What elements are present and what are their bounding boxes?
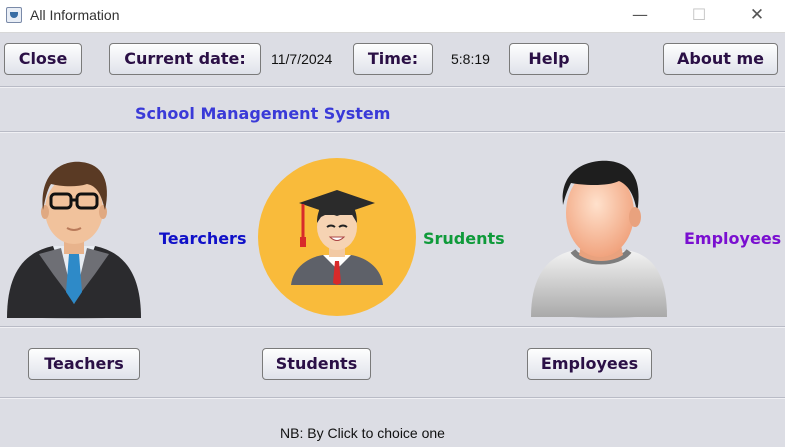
maximize-button[interactable]: ☐ (684, 4, 714, 26)
footer-note: NB: By Click to choice one (280, 425, 445, 441)
time-button[interactable]: Time: (353, 43, 433, 75)
employees-label: Employees (684, 229, 782, 248)
teachers-button[interactable]: Teachers (28, 348, 140, 380)
teacher-avatar-icon (7, 161, 141, 319)
current-date-button[interactable]: Current date: (109, 43, 261, 75)
divider (0, 131, 785, 133)
employee-avatar-icon (531, 160, 667, 318)
window-titlebar: All Information — ☐ ✕ (0, 0, 785, 33)
divider (0, 86, 785, 88)
divider (0, 326, 785, 328)
graduate-avatar-icon[interactable] (257, 157, 417, 317)
java-app-icon (6, 7, 22, 23)
close-button[interactable]: Close (4, 43, 82, 75)
date-value: 11/7/2024 (271, 51, 333, 67)
minimize-button[interactable]: — (625, 4, 655, 26)
students-label: Srudents (423, 229, 505, 248)
teachers-label: Tearchers (159, 229, 247, 248)
employees-button[interactable]: Employees (527, 348, 652, 380)
time-value: 5:8:19 (451, 51, 490, 67)
about-me-button[interactable]: About me (663, 43, 778, 75)
help-button[interactable]: Help (509, 43, 589, 75)
page-title: School Management System (135, 104, 391, 123)
window-title: All Information (30, 7, 120, 23)
students-button[interactable]: Students (262, 348, 371, 380)
divider (0, 397, 785, 399)
close-window-button[interactable]: ✕ (742, 4, 772, 26)
